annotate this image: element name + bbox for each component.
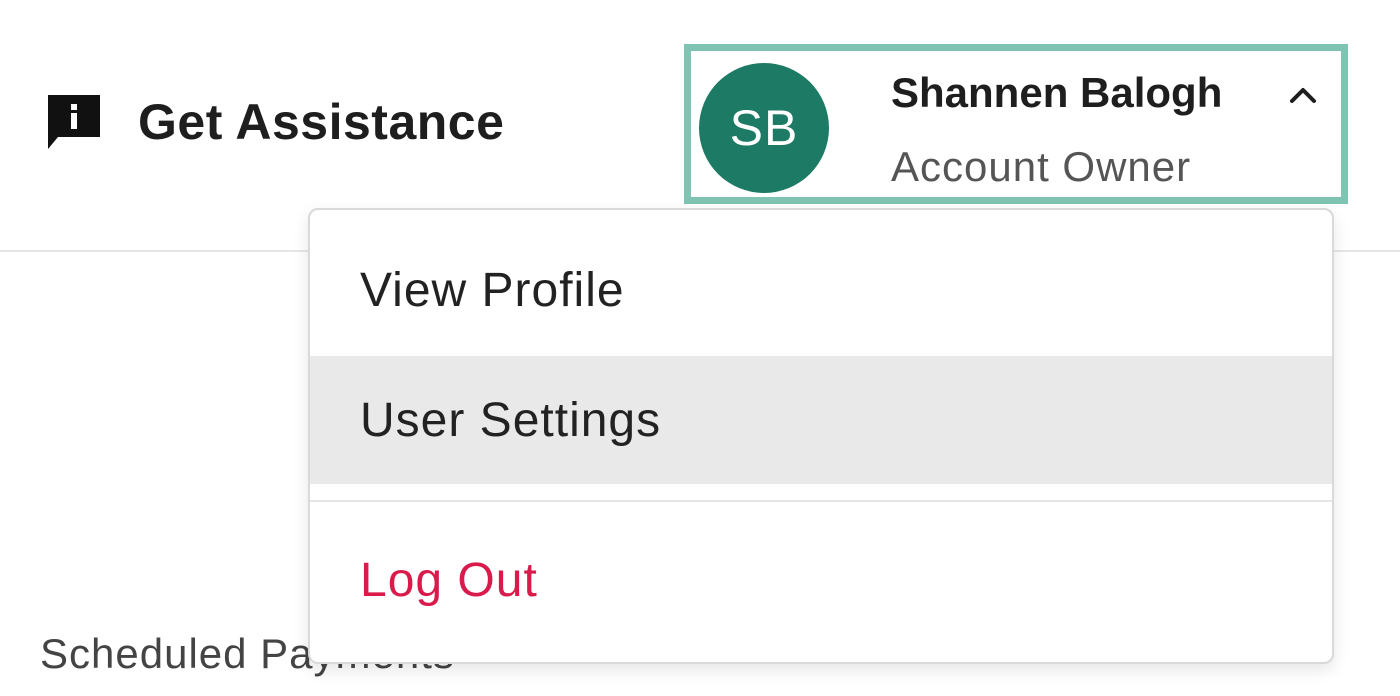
menu-item-log-out[interactable]: Log Out bbox=[310, 516, 1332, 644]
info-chat-icon bbox=[48, 95, 100, 149]
menu-item-user-settings[interactable]: User Settings bbox=[310, 356, 1332, 484]
menu-item-label: View Profile bbox=[360, 263, 625, 317]
menu-divider bbox=[310, 500, 1332, 502]
account-role: Account Owner bbox=[891, 143, 1192, 190]
avatar: SB bbox=[699, 63, 829, 193]
account-menu-button[interactable]: SB Shannen Balogh Account Owner bbox=[684, 44, 1348, 204]
menu-item-label: Log Out bbox=[360, 553, 538, 607]
menu-item-view-profile[interactable]: View Profile bbox=[310, 226, 1332, 354]
account-dropdown-menu: View Profile User Settings Log Out bbox=[308, 208, 1334, 664]
account-name: Shannen Balogh bbox=[891, 69, 1223, 116]
get-assistance-label: Get Assistance bbox=[138, 94, 505, 150]
menu-item-label: User Settings bbox=[360, 393, 662, 447]
chevron-up-icon bbox=[1290, 88, 1316, 103]
page: Scheduled Payments Get Assistance SB Sha… bbox=[0, 0, 1400, 696]
get-assistance-button[interactable]: Get Assistance bbox=[46, 90, 504, 154]
